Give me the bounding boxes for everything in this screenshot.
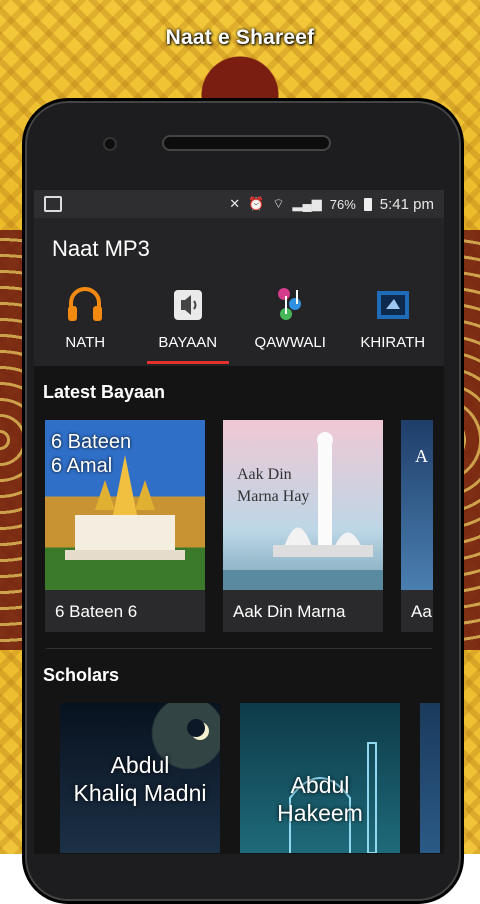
card-caption: Aa (411, 602, 432, 621)
gallery-notification-icon (44, 196, 62, 212)
wifi-icon: ⌔ (272, 196, 285, 211)
speaker-icon (166, 284, 210, 326)
scholars-heading: Scholars (43, 665, 120, 685)
clock: 5:41 pm (379, 195, 434, 213)
card-caption: Aak Din Marna (233, 602, 346, 621)
tab-label: QAWWALI (254, 334, 326, 351)
phone-screen: ✕ ⏰ ⌔ ▂▄▆ 76% 5:41 pm Naat MP3 NATH BAYA… (34, 190, 444, 854)
tab-nath[interactable]: NATH (34, 276, 137, 364)
mosque-thumbnail: A (401, 420, 433, 590)
banner-title: Naat e Shareef (165, 26, 315, 49)
thumbnail-text: Aak Din Marna Hay (237, 466, 310, 505)
tab-bar: NATH BAYAAN QAWWALI KHIRATH (34, 276, 444, 364)
tab-label: KHIRATH (360, 334, 426, 351)
app-bar: Naat MP3 NATH BAYAAN QAWWALI KHIRATH (34, 218, 444, 366)
temple-thumbnail: 6 Bateen 6 Amal (45, 420, 205, 590)
app-title: Naat MP3 (52, 236, 150, 261)
mute-icon: ✕ (229, 196, 241, 211)
music-notes-icon (268, 284, 312, 326)
latest-bayaan-list: 6 Bateen 6 Amal 6 Bateen 6 Aak Din Marna… (34, 420, 444, 632)
scholar-name: Abdul Khaliq Madni (73, 752, 207, 806)
tab-label: BAYAAN (158, 334, 218, 351)
scholars-list: Abdul Khaliq Madni Abdul Hakeem (34, 703, 444, 853)
signal-icon: ▂▄▆ (292, 196, 322, 211)
battery-icon (363, 197, 372, 211)
thumbnail-text: 6 Bateen 6 Amal (51, 431, 132, 477)
scholar-name: Abdul Hakeem (277, 772, 363, 826)
thumbnail-text: A (415, 446, 428, 466)
mosque-thumbnail: Aak Din Marna Hay (223, 420, 383, 590)
bayaan-card[interactable]: Aak Din Marna Hay Aak Din Marna (223, 420, 383, 632)
tab-khirath[interactable]: KHIRATH (342, 276, 445, 364)
scholar-card[interactable]: Abdul Hakeem (240, 703, 400, 853)
tab-bayaan[interactable]: BAYAAN (137, 276, 240, 364)
book-icon (371, 284, 415, 326)
status-bar: ✕ ⏰ ⌔ ▂▄▆ 76% 5:41 pm (34, 190, 444, 218)
bayaan-card[interactable]: 6 Bateen 6 Amal 6 Bateen 6 (45, 420, 205, 632)
alarm-icon: ⏰ (248, 196, 265, 211)
camera (103, 137, 117, 151)
scholar-card[interactable] (420, 703, 440, 853)
latest-bayaan-heading: Latest Bayaan (43, 382, 166, 402)
card-caption: 6 Bateen 6 (55, 602, 138, 621)
tab-label: NATH (65, 334, 106, 351)
headphones-icon (63, 284, 107, 326)
battery-percent: 76% (329, 196, 356, 212)
bayaan-card[interactable]: A Aa (401, 420, 433, 632)
earpiece-speaker (162, 135, 331, 151)
tab-qawwali[interactable]: QAWWALI (239, 276, 342, 364)
scholar-card[interactable]: Abdul Khaliq Madni (60, 703, 220, 853)
